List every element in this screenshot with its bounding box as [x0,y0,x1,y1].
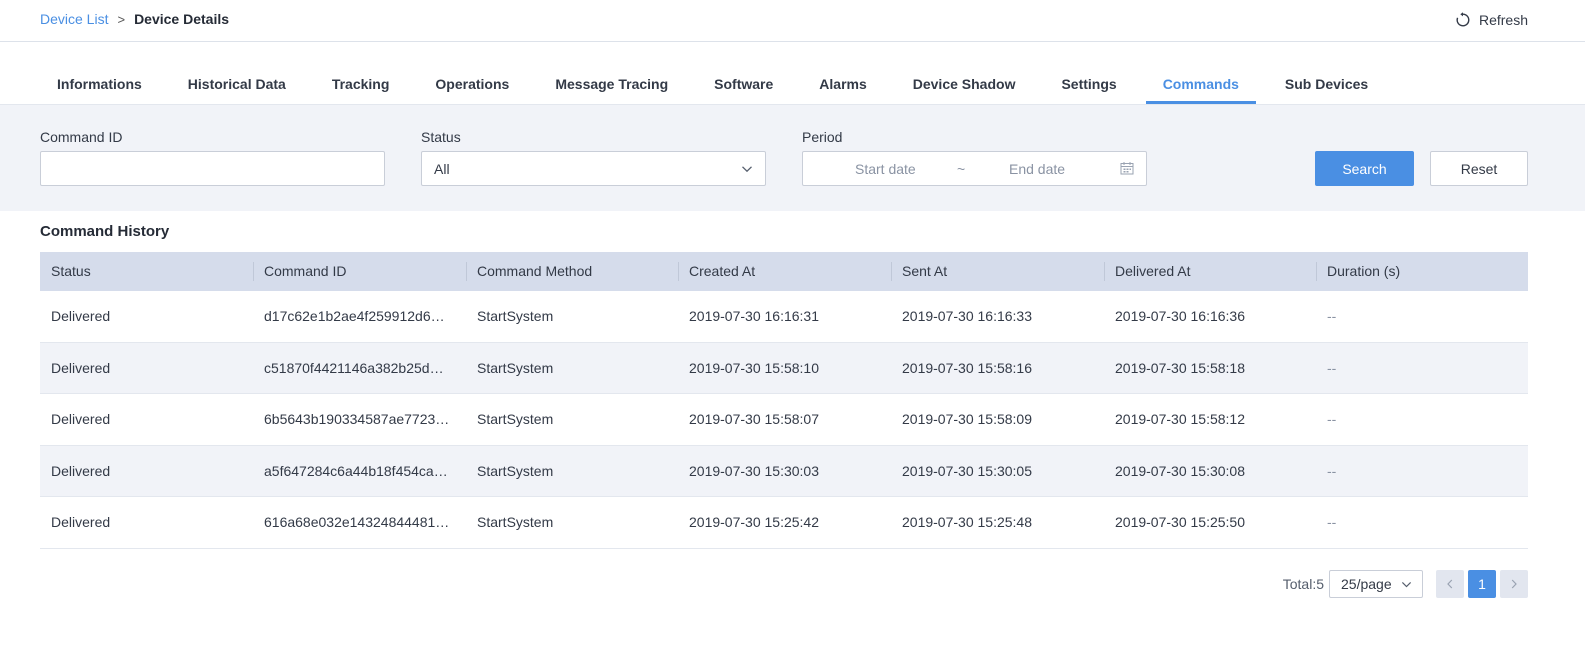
refresh-label: Refresh [1478,12,1528,28]
cell-command-method: StartSystem [477,359,554,376]
table-row: Delivered c51870f4421146a382b25d… StartS… [40,342,1528,394]
status-select[interactable]: All [421,151,766,186]
command-history-table: Status Command ID Command Method Created… [40,252,1528,549]
refresh-button[interactable]: Refresh [1455,12,1528,28]
cell-delivered-at: 2019-07-30 15:25:50 [1115,514,1245,530]
start-date-placeholder[interactable]: Start date [855,161,916,177]
cell-duration: -- [1327,514,1337,530]
cell-sent-at: 2019-07-30 16:16:33 [902,308,1032,324]
breadcrumb: Device List > Device Details [40,11,229,27]
column-header-sent-at: Sent At [891,252,1104,291]
next-page-button[interactable] [1500,570,1528,598]
breadcrumb-separator: > [117,11,126,27]
cell-command-method: StartSystem [477,411,554,427]
search-button[interactable]: Search [1315,151,1414,186]
cell-status: Delivered [51,462,111,479]
cell-command-id: 6b5643b190334587ae7723… [264,411,450,427]
tab-message-tracing[interactable]: Message Tracing [538,66,685,104]
column-header-command-id: Command ID [253,252,466,291]
tab-software[interactable]: Software [697,66,790,104]
tab-device-shadow[interactable]: Device Shadow [896,66,1033,104]
tab-tracking[interactable]: Tracking [315,66,407,104]
command-history-title: Command History [40,223,170,240]
tab-sub-devices[interactable]: Sub Devices [1268,66,1385,104]
breadcrumb-current: Device Details [134,11,230,27]
cell-delivered-at: 2019-07-30 16:16:36 [1115,308,1245,324]
command-id-input[interactable] [40,151,385,186]
breadcrumb-device-list-link[interactable]: Device List [40,11,108,27]
tab-alarms[interactable]: Alarms [802,66,883,104]
column-header-status: Status [51,263,91,279]
cell-command-id: 616a68e032e14324844481… [264,514,450,530]
reset-button[interactable]: Reset [1430,151,1528,186]
page-size-value: 25/page [1341,576,1392,592]
tab-settings[interactable]: Settings [1044,66,1133,104]
date-range-picker[interactable]: Start date ~ End date [802,151,1147,186]
cell-sent-at: 2019-07-30 15:30:05 [902,462,1032,479]
status-select-value: All [434,160,450,177]
table-header: Status Command ID Command Method Created… [40,252,1528,291]
cell-delivered-at: 2019-07-30 15:58:18 [1115,359,1245,376]
end-date-placeholder[interactable]: End date [1009,161,1065,177]
cell-status: Delivered [51,359,111,376]
command-id-label: Command ID [40,129,123,145]
cell-command-method: StartSystem [477,462,554,479]
chevron-left-icon [1447,579,1453,589]
cell-duration: -- [1327,308,1337,324]
chevron-down-icon [742,166,752,173]
column-header-created-at: Created At [678,252,891,291]
cell-sent-at: 2019-07-30 15:25:48 [902,514,1032,530]
cell-command-method: StartSystem [477,308,554,324]
cell-created-at: 2019-07-30 15:25:42 [689,514,819,530]
calendar-icon [1120,162,1134,175]
table-row: Delivered 616a68e032e14324844481… StartS… [40,497,1528,549]
column-header-command-method: Command Method [466,252,678,291]
cell-created-at: 2019-07-30 15:30:03 [689,462,819,479]
cell-sent-at: 2019-07-30 15:58:16 [902,359,1032,376]
chevron-down-icon [1401,582,1412,588]
status-label: Status [421,129,461,145]
tab-operations[interactable]: Operations [418,66,526,104]
cell-duration: -- [1327,411,1337,427]
filter-panel: Command ID Status All Period Start date … [0,105,1585,211]
column-header-delivered-at: Delivered At [1104,252,1316,291]
cell-command-id: a5f647284c6a44b18f454ca… [264,462,448,479]
tab-informations[interactable]: Informations [40,66,159,104]
table-row: Delivered d17c62e1b2ae4f259912d6… StartS… [40,291,1528,343]
cell-sent-at: 2019-07-30 15:58:09 [902,411,1032,427]
cell-delivered-at: 2019-07-30 15:58:12 [1115,411,1245,427]
cell-created-at: 2019-07-30 15:58:07 [689,411,819,427]
chevron-right-icon [1511,579,1517,589]
cell-created-at: 2019-07-30 15:58:10 [689,359,819,376]
table-row: Delivered 6b5643b190334587ae7723… StartS… [40,394,1528,446]
table-row: Delivered a5f647284c6a44b18f454ca… Start… [40,445,1528,497]
tab-historical-data[interactable]: Historical Data [171,66,303,104]
refresh-icon [1456,12,1470,27]
cell-duration: -- [1327,359,1337,376]
cell-command-method: StartSystem [477,514,554,530]
tab-commands[interactable]: Commands [1145,66,1256,104]
total-count: Total:5 [1282,576,1324,592]
previous-page-button[interactable] [1436,570,1464,598]
cell-delivered-at: 2019-07-30 15:30:08 [1115,462,1245,479]
cell-status: Delivered [51,514,111,530]
cell-status: Delivered [51,411,111,427]
cell-duration: -- [1327,462,1337,479]
column-header-duration: Duration (s) [1316,252,1528,291]
cell-command-id: d17c62e1b2ae4f259912d6… [264,308,445,324]
tab-bar: Informations Historical Data Tracking Op… [40,66,1397,104]
date-range-separator: ~ [957,161,966,177]
pagination: Total:5 25/page 1 [1283,570,1528,598]
period-label: Period [802,129,843,145]
page-button-current[interactable]: 1 [1468,570,1496,598]
cell-created-at: 2019-07-30 16:16:31 [689,308,819,324]
cell-command-id: c51870f4421146a382b25d… [264,359,444,376]
cell-status: Delivered [51,308,111,324]
top-bar: Device List > Device Details Refresh [0,0,1585,42]
page-size-select[interactable]: 25/page [1329,570,1423,598]
